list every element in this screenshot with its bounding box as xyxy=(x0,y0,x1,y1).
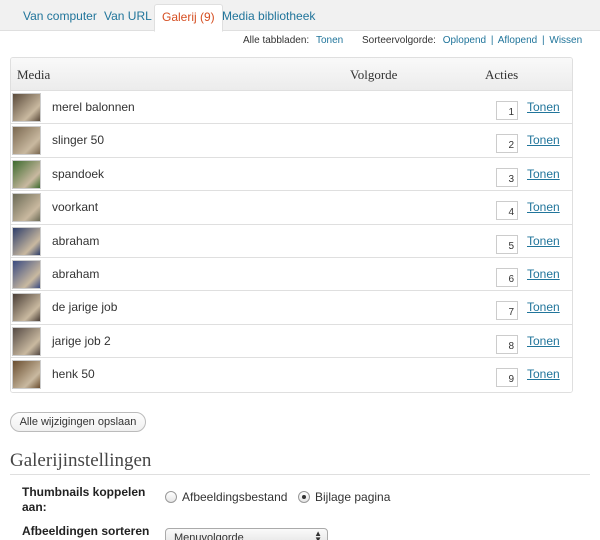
show-link[interactable]: Tonen xyxy=(527,267,560,281)
table-row: abraham 5 Tonen xyxy=(11,224,572,258)
order-input[interactable]: 3 xyxy=(496,167,518,187)
show-link[interactable]: Tonen xyxy=(527,200,560,214)
tab-gallery[interactable]: Galerij (9) xyxy=(154,4,223,32)
all-tabs-label: Alle tabbladen: xyxy=(243,35,310,46)
sort-clear-link[interactable]: Wissen xyxy=(549,35,582,46)
thumbnail-image xyxy=(12,126,41,156)
show-link[interactable]: Tonen xyxy=(527,234,560,248)
table-row: henk 50 9 Tonen xyxy=(11,358,572,392)
table-row: merel balonnen 1 Tonen xyxy=(11,91,572,125)
order-input[interactable]: 1 xyxy=(496,101,518,120)
order-input[interactable]: 4 xyxy=(496,201,518,221)
column-header-actions: Acties xyxy=(485,67,519,82)
thumbnail-image xyxy=(12,293,41,323)
show-link[interactable]: Tonen xyxy=(527,300,560,314)
radio-image-file[interactable] xyxy=(165,491,177,503)
sort-images-label: Afbeeldingen sorteren xyxy=(22,524,150,538)
tab-from-url[interactable]: Van URL xyxy=(97,4,159,31)
thumbnail-image xyxy=(12,226,41,256)
table-header: Media Volgorde Acties xyxy=(11,58,572,91)
order-input[interactable]: 5 xyxy=(496,234,518,254)
link-thumbnails-label-line2: aan: xyxy=(22,500,47,514)
media-title: voorkant xyxy=(52,200,99,215)
link-thumbnails-label-line1: Thumbnails koppelen xyxy=(22,485,146,499)
save-all-changes-button[interactable]: Alle wijzigingen opslaan xyxy=(10,412,146,432)
sort-images-select[interactable]: Menuvolgorde ▲ ▼ xyxy=(165,528,328,540)
media-title: jarige job 2 xyxy=(52,333,111,348)
show-link[interactable]: Tonen xyxy=(527,367,560,381)
column-header-order: Volgorde xyxy=(350,67,398,82)
sort-ascending-link[interactable]: Oplopend xyxy=(443,35,486,46)
radio-attachment-page-label[interactable]: Bijlage pagina xyxy=(315,490,390,504)
thumbnail-image xyxy=(12,326,41,356)
all-tabs-show-link[interactable]: Tonen xyxy=(316,35,343,46)
show-link[interactable]: Tonen xyxy=(527,167,560,181)
media-title: abraham xyxy=(52,233,100,248)
media-title: abraham xyxy=(52,266,100,281)
separator: | xyxy=(541,35,545,46)
sort-order-bar: Sorteervolgorde: Oplopend | Aflopend | W… xyxy=(362,35,582,49)
column-header-media: Media xyxy=(17,67,51,82)
table-row: slinger 50 2 Tonen xyxy=(11,124,572,158)
separator: | xyxy=(490,35,494,46)
all-tabs-toggle: Alle tabbladen: Tonen xyxy=(243,35,343,49)
tab-from-computer[interactable]: Van computer xyxy=(16,4,104,31)
thumbnail-image xyxy=(12,193,41,223)
gallery-settings-heading: Galerijinstellingen xyxy=(10,450,152,471)
table-body: merel balonnen 1 Tonen slinger 50 2 Tonen span… xyxy=(11,91,572,392)
table-row: de jarige job 7 Tonen xyxy=(11,291,572,325)
select-arrows-icon: ▲ ▼ xyxy=(314,529,322,540)
radio-attachment-page[interactable] xyxy=(298,491,310,503)
order-input[interactable]: 2 xyxy=(496,134,518,154)
table-row: jarige job 2 8 Tonen xyxy=(11,324,572,359)
thumbnail-image xyxy=(12,93,41,122)
media-upload-tabs: Van computer Van URL Galerij (9) Media b… xyxy=(0,0,600,32)
table-row: voorkant 4 Tonen xyxy=(11,191,572,225)
thumbnail-image xyxy=(12,259,41,289)
show-link[interactable]: Tonen xyxy=(527,100,560,114)
media-title: slinger 50 xyxy=(52,133,105,148)
order-input[interactable]: 7 xyxy=(496,301,518,321)
media-title: spandoek xyxy=(52,166,105,181)
sort-descending-link[interactable]: Aflopend xyxy=(498,35,537,46)
show-link[interactable]: Tonen xyxy=(527,133,560,147)
table-row: abraham 6 Tonen xyxy=(11,257,572,292)
tab-media-library[interactable]: Media bibliotheek xyxy=(215,4,322,31)
thumbnail-image xyxy=(12,159,41,189)
show-link[interactable]: Tonen xyxy=(527,334,560,348)
order-input[interactable]: 9 xyxy=(496,368,518,388)
sort-order-label: Sorteervolgorde: xyxy=(362,35,436,46)
order-input[interactable]: 8 xyxy=(496,334,518,354)
gallery-media-table: Media Volgorde Acties merel balonnen 1 Ton… xyxy=(10,57,573,393)
divider xyxy=(10,474,590,475)
media-title: de jarige job xyxy=(52,300,118,315)
order-input[interactable]: 6 xyxy=(496,267,518,287)
media-title: merel balonnen xyxy=(52,100,135,114)
radio-image-file-label[interactable]: Afbeeldingsbestand xyxy=(182,490,287,504)
sort-images-select-value: Menuvolgorde xyxy=(174,532,244,540)
link-thumbnails-label: Thumbnails koppelen aan: xyxy=(22,485,145,515)
media-title: henk 50 xyxy=(52,367,95,382)
thumbnail-image xyxy=(12,360,41,390)
table-row: spandoek 3 Tonen xyxy=(11,157,572,192)
